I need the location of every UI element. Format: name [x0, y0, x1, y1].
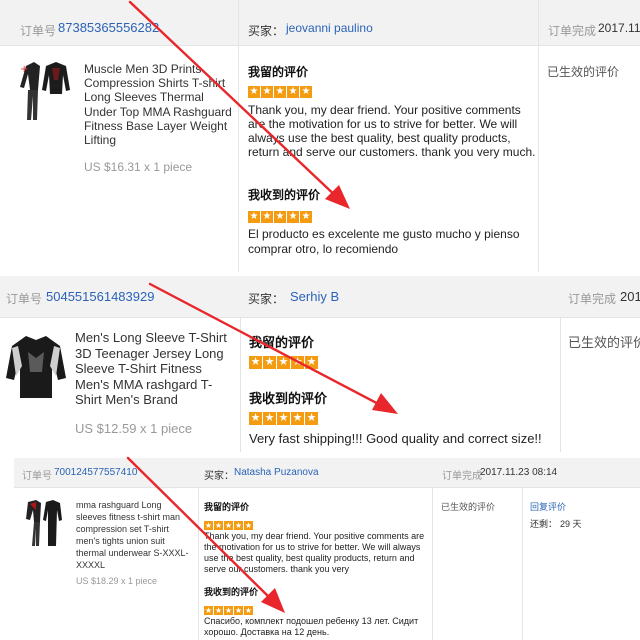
order-complete-time: 2017.11 [598, 21, 640, 35]
received-review-label: 我收到的评价 [248, 188, 321, 202]
order-header: 订单号 87385365556282 买家： jeovanni paulino … [0, 0, 640, 46]
svg-text:+: + [20, 64, 28, 75]
star-icon: ★ [305, 356, 318, 369]
order-number-label: 订单号 [6, 292, 43, 306]
star-icon: ★ [261, 211, 273, 223]
received-review-stars: ★ ★ ★ ★ ★ [249, 408, 319, 426]
star-icon: ★ [248, 86, 260, 98]
star-icon: ★ [277, 412, 290, 425]
divider [240, 318, 241, 452]
product-thumbnail[interactable] [24, 498, 64, 548]
star-icon: ★ [300, 211, 312, 223]
star-icon: ★ [244, 521, 253, 530]
order-complete-time: 201 [620, 289, 640, 304]
divider [538, 0, 539, 272]
order-complete-label: 订单完成 [548, 24, 597, 38]
star-icon: ★ [261, 86, 273, 98]
received-review-label: 我收到的评价 [204, 587, 259, 597]
buyer-label: 买家： [248, 292, 285, 306]
left-review-label: 我留的评价 [204, 502, 250, 512]
order-card-2: 订单号 504551561483929 买家： Serhiy B 订单完成 20… [0, 276, 640, 452]
left-review-stars: ★ ★ ★ ★ ★ [248, 81, 313, 99]
order-complete-time: 2017.11.23 08:14 [480, 467, 558, 478]
order-number-link[interactable]: 700124577557410 [54, 467, 137, 478]
star-icon: ★ [244, 606, 253, 615]
left-review-stars: ★ ★ ★ ★ ★ [249, 352, 319, 370]
time-remaining: 还剩： 29 天 [530, 517, 582, 530]
star-icon: ★ [224, 606, 233, 615]
left-review-label: 我留的评价 [248, 65, 309, 79]
star-icon: ★ [263, 412, 276, 425]
star-icon: ★ [287, 86, 299, 98]
star-icon: ★ [300, 86, 312, 98]
divider [238, 0, 239, 272]
product-title-link[interactable]: mma rashguard Long sleeves fitness t-shi… [76, 499, 194, 571]
received-review-text: Very fast shipping!!! Good quality and c… [249, 431, 542, 446]
star-icon: ★ [204, 606, 213, 615]
left-review-text: Thank you, my dear friend. Your positive… [204, 531, 425, 574]
buyer-name-link[interactable]: Serhiy B [290, 289, 339, 304]
product-thumbnail[interactable] [4, 332, 68, 408]
order-number-label: 订单号 [20, 24, 57, 38]
star-icon: ★ [291, 356, 304, 369]
order-number-label: 订单号 [22, 471, 52, 482]
product-price: US $12.59 x 1 piece [75, 421, 193, 436]
product-title-link[interactable]: Muscle Men 3D Prints Compression Shirts … [84, 62, 234, 147]
order-complete-label: 订单完成 [568, 292, 617, 306]
star-icon: ★ [274, 211, 286, 223]
buyer-name-link[interactable]: jeovanni paulino [286, 21, 373, 35]
star-icon: ★ [287, 211, 299, 223]
star-icon: ★ [263, 356, 276, 369]
star-icon: ★ [234, 606, 243, 615]
star-icon: ★ [214, 521, 223, 530]
time-remaining-label: 还剩： [530, 519, 558, 529]
left-review-text: Thank you, my dear friend. Your positive… [248, 103, 536, 159]
divider [432, 488, 433, 640]
divider [560, 318, 561, 452]
received-review-text: Спасибо, комплект подошел ребенку 13 лет… [204, 616, 419, 637]
left-review-label: 我留的评价 [249, 335, 315, 350]
review-status: 已生效的评价 [568, 335, 640, 350]
received-review-label: 我收到的评价 [249, 391, 328, 406]
buyer-name-link[interactable]: Natasha Puzanova [234, 467, 319, 478]
order-header: 订单号 504551561483929 买家： Serhiy B 订单完成 20… [0, 276, 640, 318]
star-icon: ★ [277, 356, 290, 369]
divider [198, 488, 199, 640]
received-review-stars: ★ ★ ★ ★ ★ [248, 206, 313, 224]
star-icon: ★ [248, 211, 260, 223]
product-thumbnail[interactable]: + [16, 60, 72, 122]
order-header: 订单号 700124577557410 买家： Natasha Puzanova… [14, 458, 640, 488]
review-status: 已生效的评价 [441, 502, 496, 512]
buyer-label: 买家： [248, 24, 285, 38]
divider [522, 488, 523, 640]
star-icon: ★ [274, 86, 286, 98]
order-card-3: 订单号 700124577557410 买家： Natasha Puzanova… [14, 458, 640, 640]
order-card-1: 订单号 87385365556282 买家： jeovanni paulino … [0, 0, 640, 272]
star-icon: ★ [249, 412, 262, 425]
star-icon: ★ [234, 521, 243, 530]
star-icon: ★ [305, 412, 318, 425]
star-icon: ★ [224, 521, 233, 530]
order-number-link[interactable]: 87385365556282 [58, 20, 159, 35]
star-icon: ★ [214, 606, 223, 615]
reply-review-link[interactable]: 回复评价 [530, 500, 566, 513]
product-price: US $16.31 x 1 piece [84, 160, 193, 174]
star-icon: ★ [291, 412, 304, 425]
review-status: 已生效的评价 [547, 65, 620, 79]
order-complete-label: 订单完成 [442, 471, 482, 482]
buyer-label: 买家： [204, 471, 234, 482]
received-review-text: El producto es excelente me gusto mucho … [248, 227, 520, 256]
order-number-link[interactable]: 504551561483929 [46, 289, 154, 304]
time-remaining-value: 29 天 [560, 519, 582, 529]
reply-review-anchor[interactable]: 回复评价 [530, 502, 566, 512]
star-icon: ★ [249, 356, 262, 369]
product-price: US $18.29 x 1 piece [76, 576, 158, 586]
star-icon: ★ [204, 521, 213, 530]
product-title-link[interactable]: Men's Long Sleeve T-Shirt 3D Teenager Je… [75, 330, 235, 408]
